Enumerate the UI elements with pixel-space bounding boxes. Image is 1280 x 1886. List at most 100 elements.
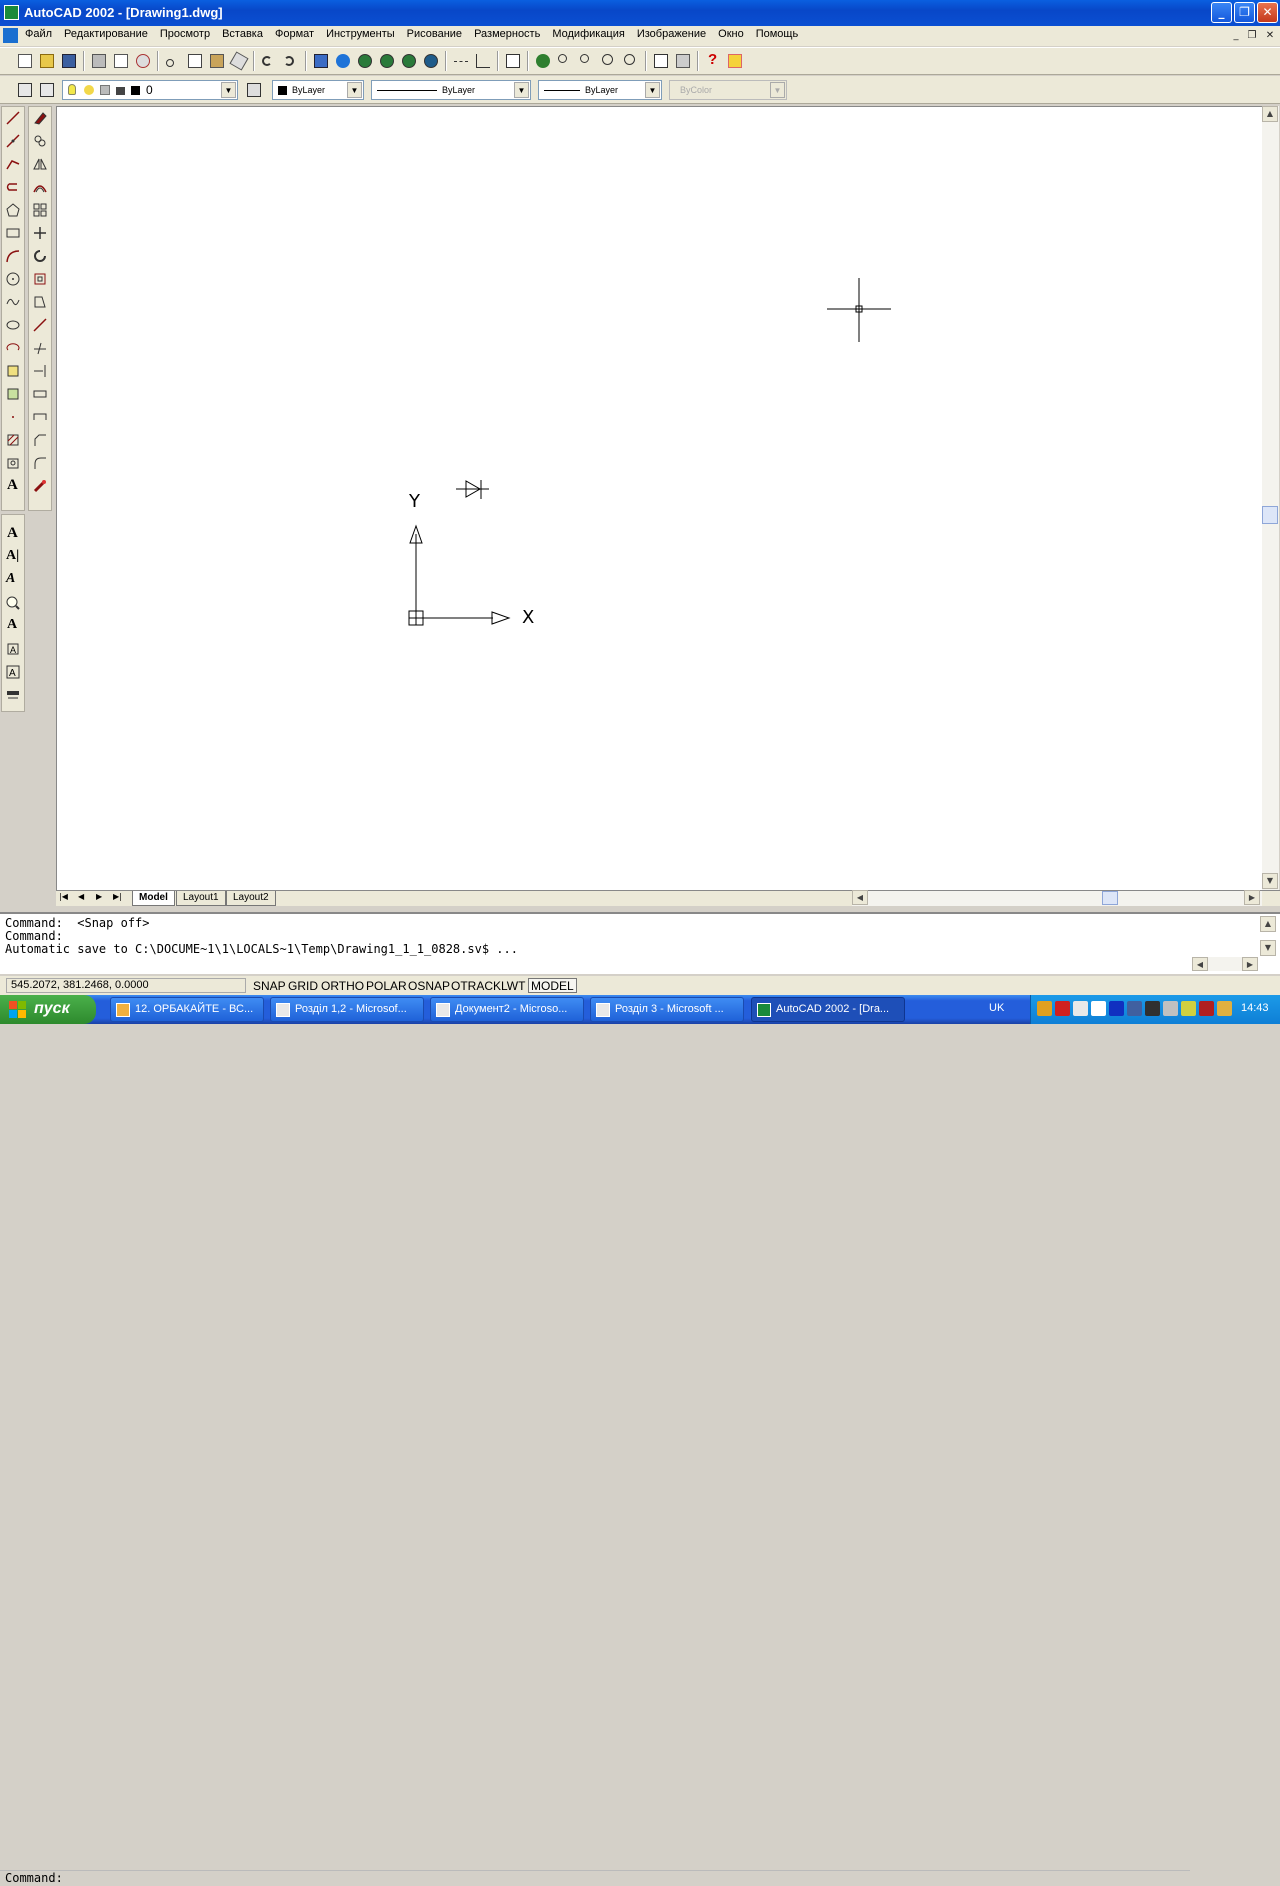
language-indicator[interactable]: UK bbox=[989, 1002, 1004, 1014]
copy-object-icon[interactable] bbox=[29, 130, 51, 153]
web-icon-1[interactable] bbox=[354, 50, 376, 72]
help-icon[interactable]: ? bbox=[702, 50, 724, 72]
named-views-icon[interactable] bbox=[502, 50, 524, 72]
undo-icon[interactable] bbox=[258, 50, 280, 72]
tray-app-icon[interactable] bbox=[1091, 1001, 1106, 1016]
command-input[interactable]: Command: bbox=[0, 1870, 1190, 1886]
polygon-icon[interactable] bbox=[2, 176, 24, 199]
copy-icon[interactable] bbox=[184, 50, 206, 72]
close-button[interactable]: ✕ bbox=[1257, 2, 1278, 23]
zoom-realtime-icon[interactable] bbox=[554, 50, 576, 72]
tab-layout1[interactable]: Layout1 bbox=[176, 891, 226, 906]
extend-icon[interactable] bbox=[29, 360, 51, 383]
tray-app-icon[interactable] bbox=[1037, 1001, 1052, 1016]
mdi-minimize-button[interactable]: _ bbox=[1229, 29, 1243, 42]
chevron-down-icon[interactable]: ▼ bbox=[645, 82, 660, 98]
pentagon-icon[interactable] bbox=[2, 199, 24, 222]
offset-icon[interactable] bbox=[29, 176, 51, 199]
new-icon[interactable] bbox=[14, 50, 36, 72]
line-icon[interactable] bbox=[2, 107, 24, 130]
cut-icon[interactable] bbox=[162, 50, 184, 72]
tray-app-icon[interactable] bbox=[1217, 1001, 1232, 1016]
model-toggle[interactable]: MODEL bbox=[528, 978, 577, 993]
first-tab-icon[interactable]: |◀ bbox=[59, 892, 68, 901]
snap-toggle[interactable]: SNAP bbox=[250, 978, 289, 993]
menu-tools[interactable]: Инструменты bbox=[320, 28, 401, 40]
design-center-icon[interactable] bbox=[310, 50, 332, 72]
lwt-toggle[interactable]: LWT bbox=[498, 978, 528, 993]
vertical-scroll-thumb[interactable] bbox=[1262, 506, 1278, 524]
justify-text-icon[interactable]: A bbox=[2, 661, 24, 684]
maximize-button[interactable]: ❐ bbox=[1234, 2, 1255, 23]
network-icon[interactable] bbox=[1073, 1001, 1088, 1016]
menu-file[interactable]: Файл bbox=[19, 28, 58, 40]
lengthen-icon[interactable] bbox=[29, 314, 51, 337]
horizontal-scrollbar[interactable]: ◀ ▶ bbox=[852, 890, 1262, 906]
layer-previous-icon[interactable] bbox=[36, 79, 58, 101]
fillet-icon[interactable] bbox=[29, 452, 51, 475]
autocad-app-icon[interactable] bbox=[4, 5, 19, 20]
mirror-icon[interactable] bbox=[29, 153, 51, 176]
menu-insert[interactable]: Вставка bbox=[216, 28, 269, 40]
layer-manager-icon[interactable] bbox=[14, 79, 36, 101]
mdi-restore-button[interactable]: ❐ bbox=[1245, 29, 1259, 42]
scroll-left-icon[interactable]: ◀ bbox=[852, 890, 868, 905]
menu-dimension[interactable]: Размерность bbox=[468, 28, 546, 40]
tray-app-icon[interactable] bbox=[1181, 1001, 1196, 1016]
web-icon-3[interactable] bbox=[398, 50, 420, 72]
menu-draw[interactable]: Рисование bbox=[401, 28, 468, 40]
zoom-extents-icon[interactable] bbox=[620, 50, 642, 72]
match-properties-icon[interactable] bbox=[228, 50, 250, 72]
redo-icon[interactable] bbox=[280, 50, 302, 72]
break-at-point-icon[interactable] bbox=[29, 406, 51, 429]
taskbar-item[interactable]: Розділ 1,2 - Microsof... bbox=[270, 997, 424, 1022]
scroll-right-icon[interactable]: ▶ bbox=[1242, 957, 1258, 971]
taskbar-item[interactable]: AutoCAD 2002 - [Dra... bbox=[751, 997, 905, 1022]
last-tab-icon[interactable]: ▶| bbox=[113, 892, 122, 901]
layer-combo[interactable]: 0 ▼ bbox=[62, 80, 238, 100]
rectangle-icon[interactable] bbox=[2, 222, 24, 245]
menu-help[interactable]: Помощь bbox=[750, 28, 805, 40]
erase-icon[interactable] bbox=[29, 107, 51, 130]
scroll-right-icon[interactable]: ▶ bbox=[1244, 890, 1260, 905]
keyboard-icon[interactable] bbox=[1145, 1001, 1160, 1016]
otrack-toggle[interactable]: OTRACK bbox=[448, 978, 504, 993]
scroll-up-icon[interactable]: ▲ bbox=[1262, 106, 1278, 122]
osnap-toggle[interactable]: OSNAP bbox=[405, 978, 453, 993]
ortho-toggle[interactable]: ORTHO bbox=[318, 978, 367, 993]
multiline-text-icon[interactable]: A bbox=[2, 475, 24, 498]
convert-distance-icon[interactable] bbox=[2, 684, 24, 707]
grid-toggle[interactable]: GRID bbox=[285, 978, 321, 993]
make-current-layer-icon[interactable] bbox=[243, 79, 265, 101]
scroll-down-icon[interactable]: ▼ bbox=[1260, 940, 1276, 956]
hatch-icon[interactable] bbox=[2, 429, 24, 452]
document-icon[interactable] bbox=[3, 28, 18, 43]
tool-palette-icon[interactable] bbox=[672, 50, 694, 72]
command-scrollbar[interactable]: ▲ ▼ bbox=[1260, 916, 1276, 956]
menu-modify[interactable]: Модификация bbox=[546, 28, 631, 40]
next-tab-icon[interactable]: ▶ bbox=[96, 892, 102, 901]
chevron-down-icon[interactable]: ▼ bbox=[347, 82, 362, 98]
point-icon[interactable] bbox=[2, 406, 24, 429]
properties-icon[interactable] bbox=[650, 50, 672, 72]
array-icon[interactable] bbox=[29, 199, 51, 222]
pan-icon[interactable] bbox=[532, 50, 554, 72]
trim-icon[interactable] bbox=[29, 337, 51, 360]
sparkle-icon[interactable] bbox=[724, 50, 746, 72]
vertical-scrollbar[interactable]: ▲ ▼ bbox=[1262, 106, 1279, 890]
publish-icon[interactable] bbox=[132, 50, 154, 72]
zoom-window-icon[interactable] bbox=[576, 50, 598, 72]
mdi-close-button[interactable]: ✕ bbox=[1263, 29, 1277, 42]
coordinates-display[interactable]: 545.2072, 381.2468, 0.0000 bbox=[6, 978, 246, 993]
web-icon-2[interactable] bbox=[376, 50, 398, 72]
edit-text-icon[interactable]: A bbox=[2, 569, 24, 592]
print-icon[interactable] bbox=[88, 50, 110, 72]
uk-flag-icon[interactable] bbox=[1199, 1001, 1214, 1016]
arc-icon[interactable] bbox=[2, 245, 24, 268]
ucs-icon[interactable] bbox=[472, 50, 494, 72]
minimize-button[interactable]: _ bbox=[1211, 2, 1232, 23]
autocad-today-icon[interactable] bbox=[332, 50, 354, 72]
menu-image[interactable]: Изображение bbox=[631, 28, 712, 40]
ellipse-icon[interactable] bbox=[2, 314, 24, 337]
explode-icon[interactable] bbox=[29, 475, 51, 498]
